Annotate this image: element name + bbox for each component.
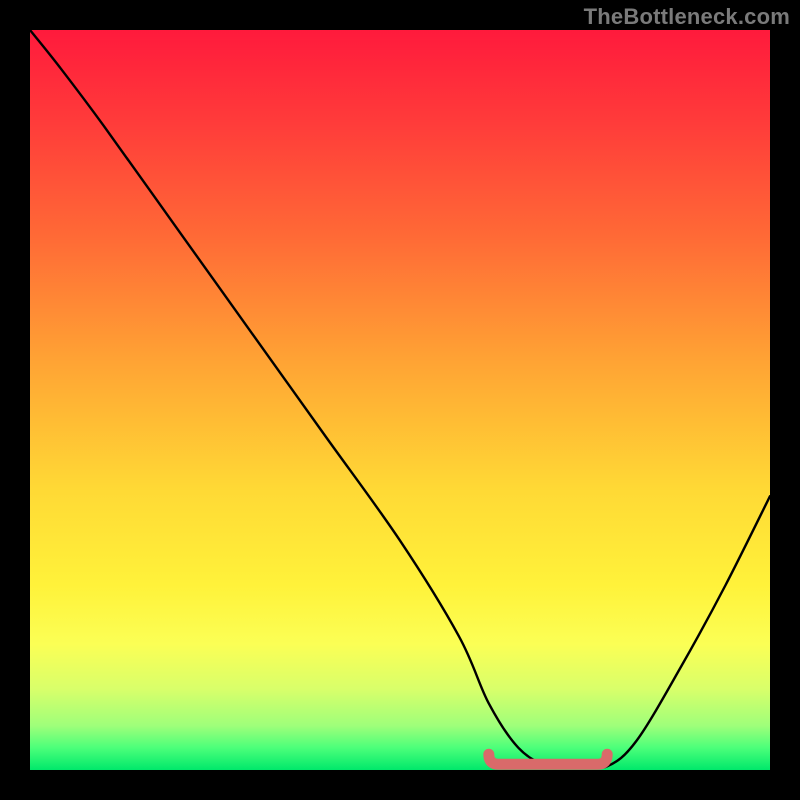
bottleneck-curve xyxy=(30,30,770,770)
curve-path xyxy=(30,30,770,768)
plot-area xyxy=(30,30,770,770)
flat-region-marker xyxy=(489,754,607,764)
watermark-text: TheBottleneck.com xyxy=(584,4,790,30)
chart-frame: TheBottleneck.com xyxy=(0,0,800,800)
